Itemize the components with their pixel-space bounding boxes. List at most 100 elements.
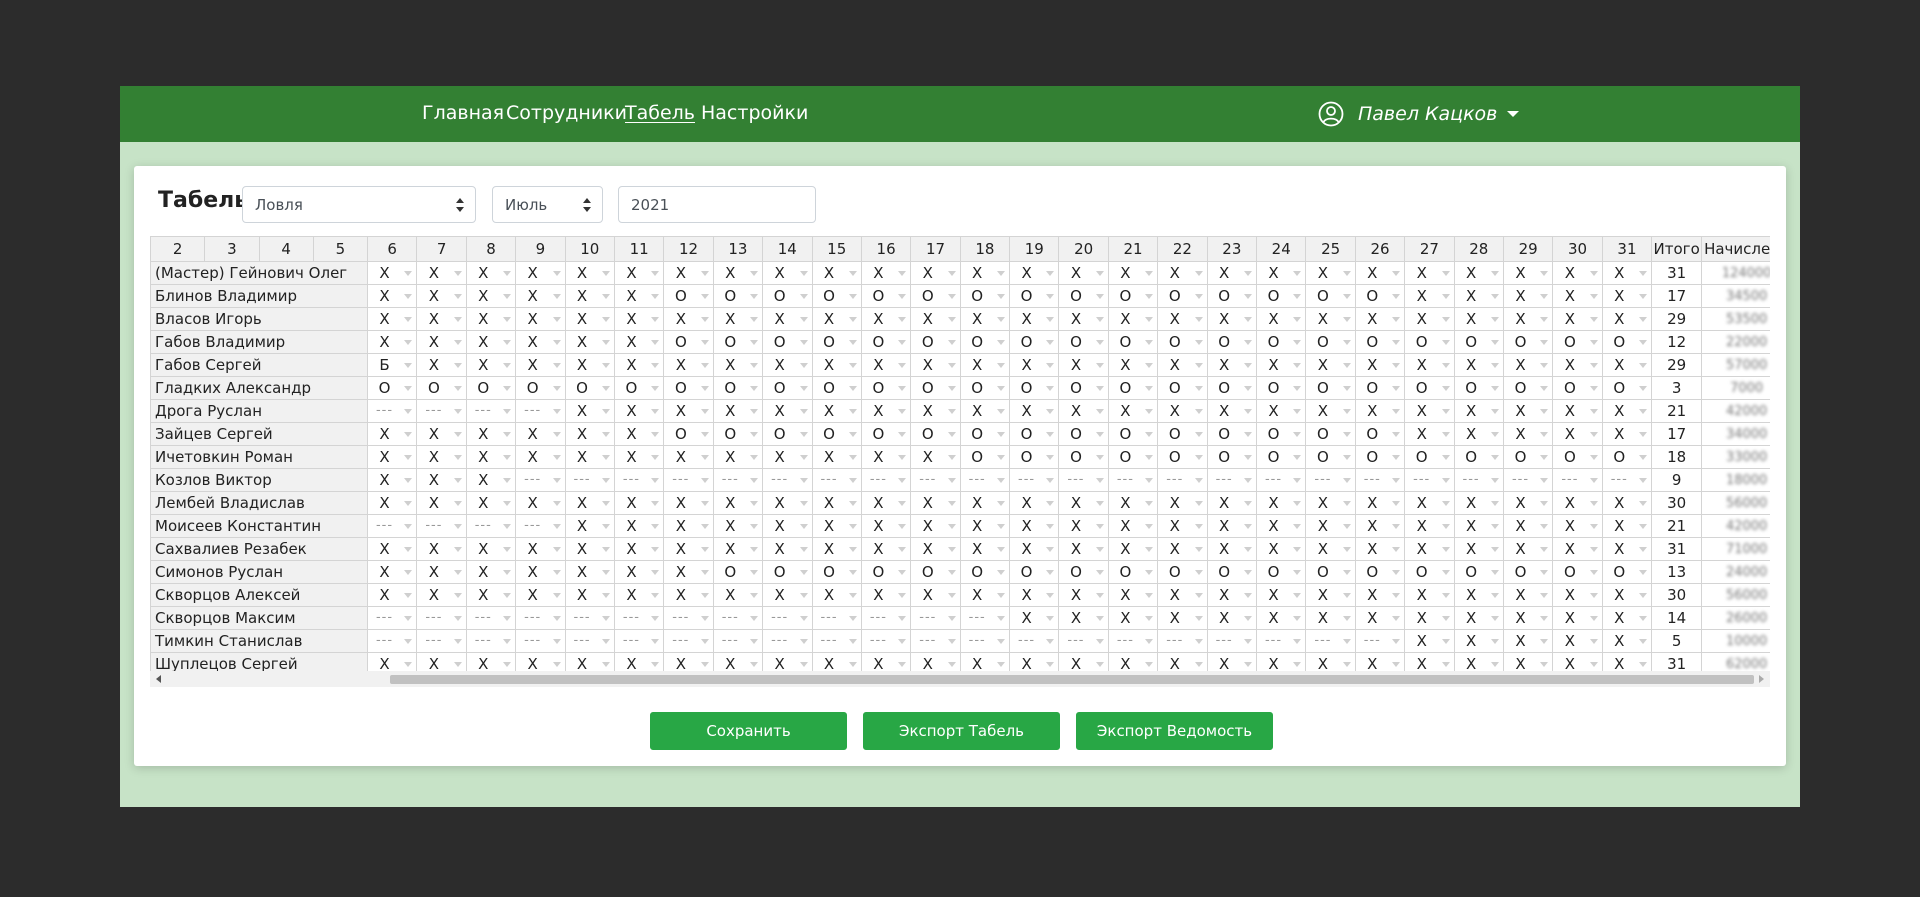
- day-cell[interactable]: X: [1601, 284, 1653, 308]
- day-cell[interactable]: O: [910, 376, 961, 400]
- day-cell[interactable]: X: [1453, 284, 1504, 308]
- day-cell[interactable]: X: [1552, 491, 1603, 515]
- day-cell[interactable]: X: [1552, 353, 1603, 377]
- day-cell[interactable]: O: [1256, 560, 1307, 584]
- day-cell[interactable]: X: [1305, 491, 1356, 515]
- day-cell[interactable]: ---: [515, 629, 566, 653]
- day-cell[interactable]: X: [1354, 514, 1406, 538]
- day-cell[interactable]: ---: [1009, 629, 1060, 653]
- day-cell[interactable]: ---: [1256, 629, 1307, 653]
- day-cell[interactable]: ---: [1206, 629, 1258, 653]
- day-cell[interactable]: X: [1354, 353, 1406, 377]
- day-cell[interactable]: X: [1601, 307, 1653, 331]
- day-cell[interactable]: ---: [1107, 629, 1159, 653]
- day-cell[interactable]: ---: [465, 514, 517, 538]
- day-cell[interactable]: ---: [1157, 468, 1208, 492]
- day-cell[interactable]: O: [959, 284, 1011, 308]
- day-cell[interactable]: X: [1009, 537, 1060, 561]
- day-cell[interactable]: ---: [1354, 468, 1406, 492]
- day-cell[interactable]: ---: [1206, 468, 1258, 492]
- day-cell[interactable]: X: [1404, 606, 1455, 630]
- day-cell[interactable]: X: [1404, 399, 1455, 423]
- day-cell[interactable]: ---: [1305, 629, 1356, 653]
- day-cell[interactable]: O: [1305, 376, 1356, 400]
- day-cell[interactable]: X: [613, 560, 665, 584]
- day-cell[interactable]: ---: [416, 514, 467, 538]
- day-cell[interactable]: X: [1502, 353, 1554, 377]
- day-cell[interactable]: X: [762, 537, 813, 561]
- day-cell[interactable]: ---: [1058, 468, 1109, 492]
- day-cell[interactable]: ---: [564, 468, 615, 492]
- day-cell[interactable]: X: [811, 514, 862, 538]
- day-cell[interactable]: O: [1206, 445, 1258, 469]
- day-cell[interactable]: X: [1058, 514, 1109, 538]
- day-cell[interactable]: X: [416, 307, 467, 331]
- day-cell[interactable]: X: [1453, 514, 1504, 538]
- day-cell[interactable]: X: [1404, 284, 1455, 308]
- day-cell[interactable]: O: [762, 376, 813, 400]
- day-cell[interactable]: X: [515, 330, 566, 354]
- day-cell[interactable]: O: [1305, 422, 1356, 446]
- day-cell[interactable]: X: [959, 537, 1011, 561]
- day-cell[interactable]: ---: [959, 629, 1011, 653]
- day-cell[interactable]: O: [366, 376, 418, 400]
- day-cell[interactable]: ---: [811, 606, 862, 630]
- day-cell[interactable]: X: [613, 353, 665, 377]
- day-cell[interactable]: X: [564, 514, 615, 538]
- day-cell[interactable]: X: [1601, 261, 1653, 285]
- day-cell[interactable]: X: [712, 261, 764, 285]
- day-cell[interactable]: O: [1058, 376, 1109, 400]
- day-cell[interactable]: X: [1107, 491, 1159, 515]
- day-cell[interactable]: O: [712, 376, 764, 400]
- day-cell[interactable]: X: [811, 353, 862, 377]
- day-cell[interactable]: ---: [712, 629, 764, 653]
- day-cell[interactable]: X: [613, 583, 665, 607]
- day-cell[interactable]: ---: [811, 468, 862, 492]
- day-cell[interactable]: X: [1552, 629, 1603, 653]
- day-cell[interactable]: X: [1601, 422, 1653, 446]
- day-cell[interactable]: ---: [564, 606, 615, 630]
- day-cell[interactable]: X: [1107, 353, 1159, 377]
- user-menu[interactable]: Павел Кацков: [1318, 100, 1520, 128]
- day-cell[interactable]: O: [762, 330, 813, 354]
- day-cell[interactable]: X: [366, 583, 418, 607]
- day-cell[interactable]: X: [613, 491, 665, 515]
- day-cell[interactable]: X: [959, 583, 1011, 607]
- day-cell[interactable]: X: [1552, 606, 1603, 630]
- day-cell[interactable]: ---: [762, 468, 813, 492]
- day-cell[interactable]: ---: [564, 629, 615, 653]
- day-cell[interactable]: ---: [811, 629, 862, 653]
- day-cell[interactable]: ---: [465, 399, 517, 423]
- day-cell[interactable]: X: [1107, 606, 1159, 630]
- day-cell[interactable]: X: [712, 307, 764, 331]
- day-cell[interactable]: X: [959, 353, 1011, 377]
- day-cell[interactable]: ---: [910, 468, 961, 492]
- day-cell[interactable]: X: [663, 307, 714, 331]
- day-cell[interactable]: X: [1601, 399, 1653, 423]
- day-cell[interactable]: ---: [959, 606, 1011, 630]
- day-cell[interactable]: ---: [712, 606, 764, 630]
- day-cell[interactable]: X: [663, 583, 714, 607]
- day-cell[interactable]: X: [959, 491, 1011, 515]
- day-cell[interactable]: X: [762, 583, 813, 607]
- day-cell[interactable]: X: [1157, 491, 1208, 515]
- day-cell[interactable]: X: [762, 353, 813, 377]
- day-cell[interactable]: X: [515, 537, 566, 561]
- day-cell[interactable]: O: [1453, 376, 1504, 400]
- day-cell[interactable]: X: [663, 353, 714, 377]
- day-cell[interactable]: X: [515, 261, 566, 285]
- day-cell[interactable]: X: [1058, 537, 1109, 561]
- day-cell[interactable]: O: [811, 560, 862, 584]
- day-cell[interactable]: ---: [910, 629, 961, 653]
- day-cell[interactable]: O: [1601, 376, 1653, 400]
- day-cell[interactable]: X: [416, 537, 467, 561]
- day-cell[interactable]: X: [1157, 583, 1208, 607]
- day-cell[interactable]: X: [1009, 307, 1060, 331]
- day-cell[interactable]: ---: [1502, 468, 1554, 492]
- day-cell[interactable]: X: [1552, 284, 1603, 308]
- day-cell[interactable]: O: [910, 284, 961, 308]
- day-cell[interactable]: O: [860, 560, 912, 584]
- day-cell[interactable]: X: [1502, 537, 1554, 561]
- day-cell[interactable]: X: [613, 422, 665, 446]
- day-cell[interactable]: X: [1354, 261, 1406, 285]
